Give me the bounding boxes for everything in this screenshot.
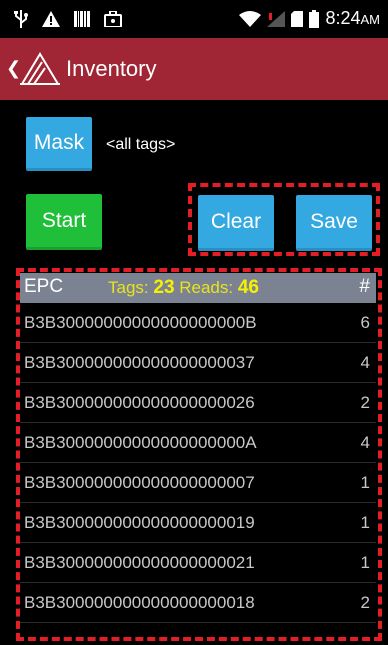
- status-time: 8:24AM: [325, 8, 380, 28]
- start-button[interactable]: Start: [26, 194, 102, 250]
- signal-icon: [267, 10, 286, 27]
- app-logo-icon[interactable]: [18, 52, 62, 86]
- battery-icon: [309, 9, 320, 28]
- page-title: Inventory: [66, 56, 157, 81]
- status-bar: 8:24AM: [0, 0, 388, 38]
- action-bar: ❮ Inventory: [0, 38, 388, 100]
- mask-button[interactable]: Mask: [26, 117, 92, 171]
- wifi-icon: [239, 10, 262, 27]
- barcode-icon: [74, 11, 90, 27]
- usb-icon: [14, 10, 28, 28]
- warning-icon: [42, 11, 60, 27]
- highlight-box-list: [16, 268, 382, 641]
- sim-icon: [291, 10, 304, 27]
- mask-value: <all tags>: [106, 136, 176, 153]
- highlight-box-buttons: [188, 183, 380, 256]
- briefcase-icon: [104, 11, 122, 27]
